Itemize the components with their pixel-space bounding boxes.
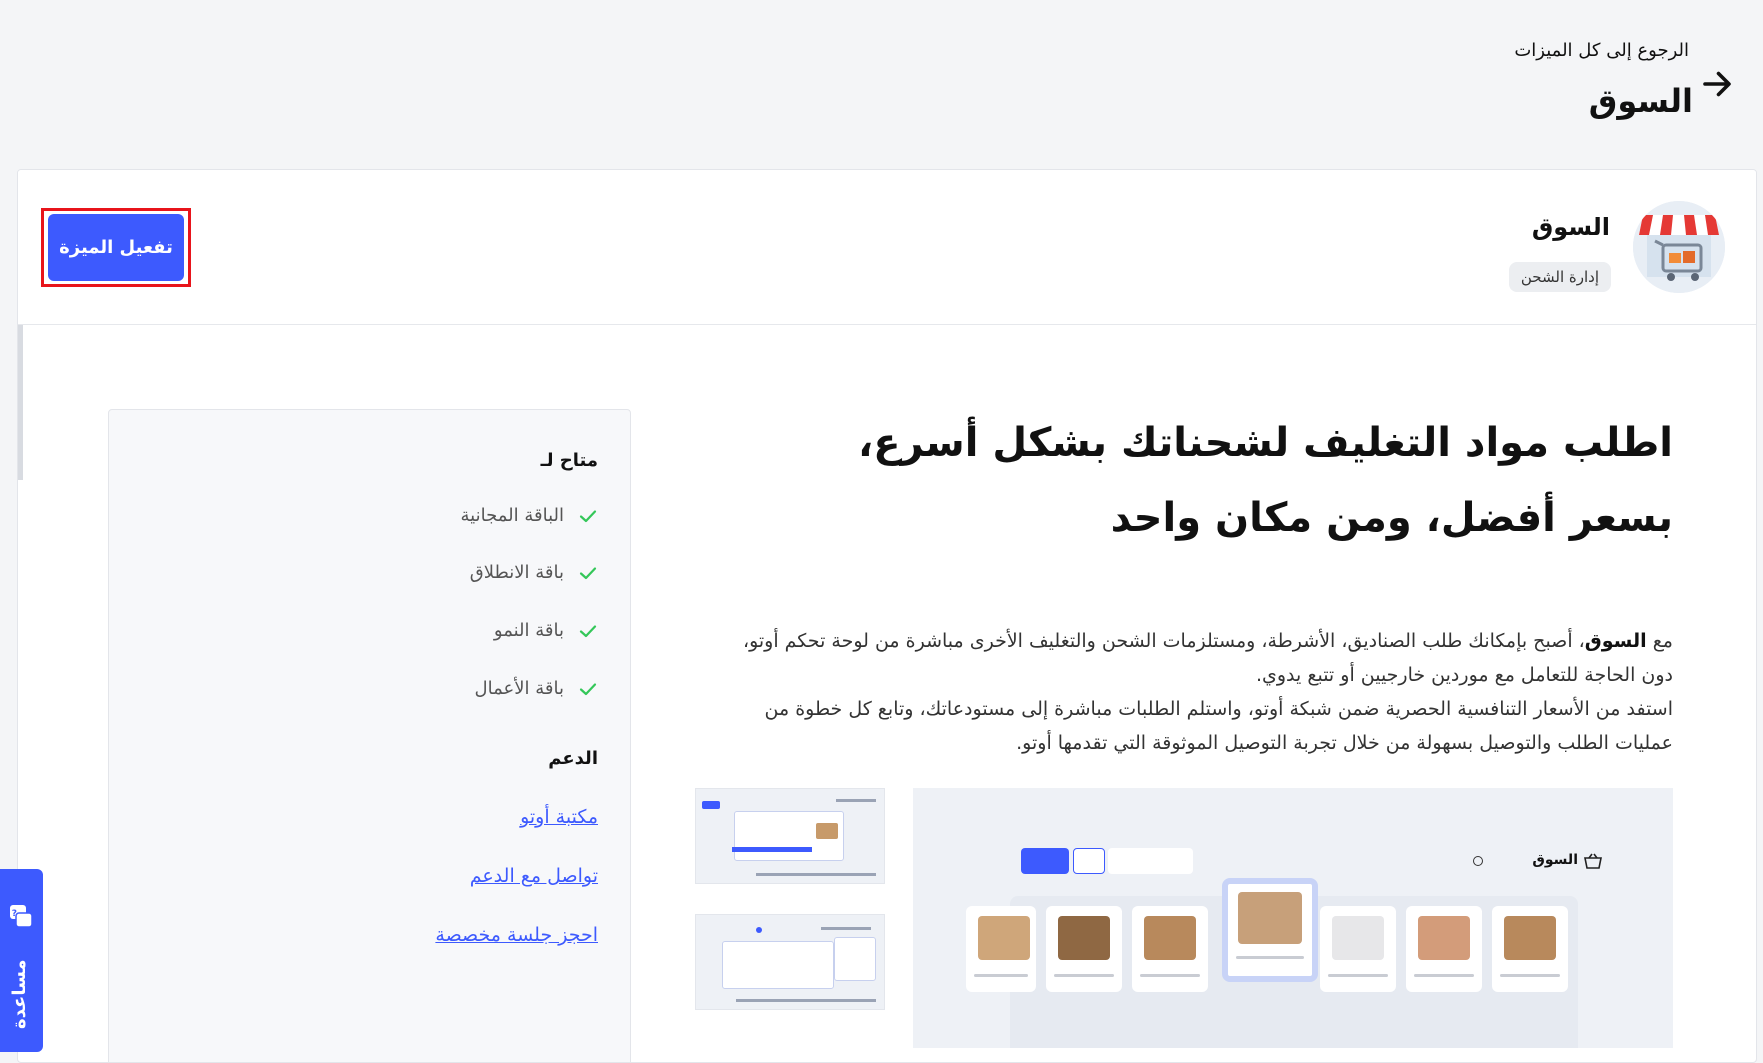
info-icon — [1473, 856, 1483, 866]
description-line1: ، أصبح بإمكانك طلب الصناديق، الأشرطة، وم… — [742, 630, 1673, 686]
check-icon — [579, 509, 597, 522]
help-tab[interactable]: ? مساعدة — [0, 869, 43, 1052]
feature-content: اطلب مواد التغليف لشحناتك بشكل أسرع، بسع… — [18, 326, 1756, 1062]
plan-label: الباقة المجانية — [460, 505, 564, 526]
svg-text:?: ? — [12, 909, 17, 919]
plan-item: باقة الأعمال — [475, 678, 598, 699]
feature-name: السوق — [1531, 213, 1610, 241]
book-session-link[interactable]: احجز جلسة مخصصة — [435, 924, 598, 946]
screenshot-search — [1108, 848, 1193, 874]
otto-library-link[interactable]: مكتبة أوتو — [520, 806, 598, 828]
plan-item: الباقة المجانية — [461, 505, 598, 526]
available-for-heading: متاح لـ — [540, 450, 598, 471]
product-grid — [966, 878, 1578, 1048]
plan-label: باقة النمو — [493, 620, 564, 641]
category-badge: إدارة الشحن — [1508, 262, 1611, 292]
screenshot-cart-button — [1021, 848, 1069, 874]
feature-headline: اطلب مواد التغليف لشحناتك بشكل أسرع، بسع… — [858, 420, 1673, 541]
availability-panel: متاح لـ الباقة المجانية باقة الانطلاق با… — [108, 409, 631, 1062]
basket-icon — [1584, 853, 1602, 869]
back-label: الرجوع إلى كل الميزات — [1514, 40, 1689, 61]
activate-feature-button[interactable]: تفعيل الميزة — [48, 214, 184, 281]
feature-card-header: السوق إدارة الشحن تفعيل الميزة — [18, 170, 1756, 325]
feature-description: مع السوق، أصبح بإمكانك طلب الصناديق، الأ… — [738, 624, 1673, 760]
top-header: الرجوع إلى كل الميزات السوق — [0, 0, 1763, 168]
marketplace-logo-icon — [1633, 201, 1725, 293]
description-prefix: مع — [1646, 630, 1673, 652]
check-icon — [579, 682, 597, 695]
description-bold: السوق — [1584, 630, 1647, 652]
help-label: مساعدة — [9, 959, 30, 1029]
description-paragraph-1: مع السوق، أصبح بإمكانك طلب الصناديق، الأ… — [738, 624, 1673, 692]
support-heading: الدعم — [548, 748, 598, 769]
plan-label: باقة الانطلاق — [469, 562, 564, 583]
check-icon — [579, 624, 597, 637]
screenshot-filter-button — [1073, 848, 1105, 874]
plan-label: باقة الأعمال — [474, 678, 564, 699]
page-title: السوق — [1588, 82, 1693, 120]
feature-card: السوق إدارة الشحن تفعيل الميزة اطلب مواد… — [17, 169, 1757, 1063]
screenshot-title: السوق — [1532, 852, 1578, 868]
feature-screenshot: السوق — [913, 788, 1673, 1048]
check-icon — [579, 566, 597, 579]
plan-item: باقة النمو — [494, 620, 598, 641]
screenshot-thumbnail[interactable] — [695, 788, 885, 884]
contact-support-link[interactable]: تواصل مع الدعم — [470, 865, 598, 887]
arrow-right-icon — [1703, 71, 1731, 97]
plan-item: باقة الانطلاق — [470, 562, 598, 583]
description-paragraph-2: استفد من الأسعار التنافسية الحصرية ضمن ش… — [764, 698, 1673, 754]
screenshot-thumbnail[interactable] — [695, 914, 885, 1010]
chat-help-icon: ? — [10, 905, 33, 928]
